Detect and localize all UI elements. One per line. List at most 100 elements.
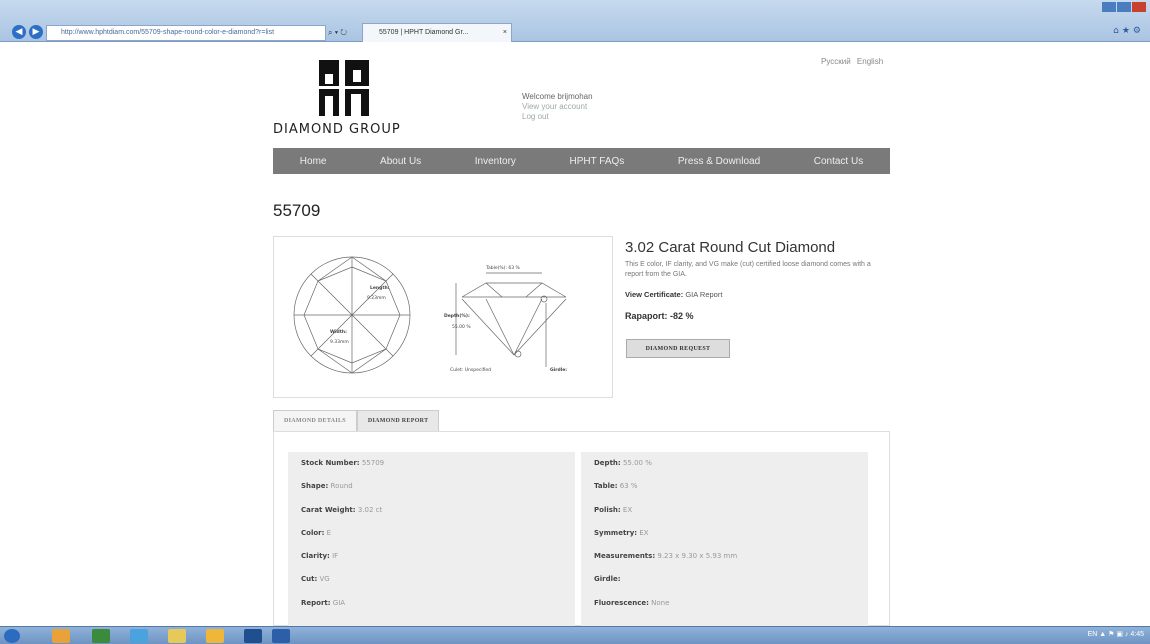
address-text: http://www.hphtdiam.com/55709-shape-roun… bbox=[61, 29, 275, 36]
web-page: DIAMOND GROUP Welcome brijmohan View you… bbox=[0, 42, 1150, 628]
browser-tab[interactable]: 55709 | HPHT Diamond Gr... × bbox=[362, 23, 512, 42]
browser-chrome: ◀ ▶ http://www.hphtdiam.com/55709-shape-… bbox=[0, 0, 1150, 42]
maximize-icon[interactable] bbox=[1117, 2, 1131, 12]
detail-value: VG bbox=[319, 575, 330, 584]
tab-title: 55709 | HPHT Diamond Gr... bbox=[379, 29, 469, 36]
detail-row: Polish: EX bbox=[581, 499, 868, 522]
app-taskbar-icon[interactable] bbox=[206, 629, 224, 643]
folder-taskbar-icon[interactable] bbox=[168, 629, 186, 643]
logout-link[interactable]: Log out bbox=[522, 112, 593, 122]
address-controls[interactable]: ⌕ ▾ ↻ bbox=[328, 25, 347, 41]
detail-value: 55709 bbox=[361, 459, 385, 467]
ie-taskbar-icon[interactable] bbox=[130, 629, 148, 643]
detail-key: Fluorescence: bbox=[594, 598, 649, 607]
detail-row: Shape: Round bbox=[288, 475, 575, 498]
certificate-line: View Certificate: GIA Report bbox=[625, 290, 722, 299]
diamond-request-button[interactable]: DIAMOND REQUEST bbox=[626, 339, 730, 358]
tab-close-icon[interactable]: × bbox=[503, 24, 507, 42]
depth-label: Depth(%): bbox=[444, 313, 470, 319]
detail-value: 63 % bbox=[619, 482, 638, 491]
detail-row: Fluorescence: None bbox=[581, 592, 868, 615]
details-column-right: Depth: 55.00 % Table: 63 % Polish: EX Sy… bbox=[581, 452, 868, 628]
taskbar: EN ▲ ⚑ ▣ ♪ 4:45 bbox=[0, 626, 1150, 644]
detail-row: Measurements: 9.23 x 9.30 x 5.93 mm bbox=[581, 545, 868, 568]
nav-hpht-faqs[interactable]: HPHT FAQs bbox=[569, 156, 624, 167]
detail-row: Stock Number: 55709 bbox=[288, 452, 575, 475]
detail-key: Depth: bbox=[594, 459, 621, 467]
detail-row: Cut: VG bbox=[288, 568, 575, 591]
table-label: Table(%): 63 % bbox=[485, 265, 521, 271]
detail-row: Color: E bbox=[288, 522, 575, 545]
length-label: Length: bbox=[370, 285, 390, 291]
lang-english-link[interactable]: English bbox=[857, 57, 883, 66]
detail-row: Table: 63 % bbox=[581, 475, 868, 498]
product-title: 3.02 Carat Round Cut Diamond bbox=[625, 239, 836, 256]
lang-russian-link[interactable]: Русский bbox=[821, 57, 851, 66]
main-nav: Home About Us Inventory HPHT FAQs Press … bbox=[273, 148, 890, 174]
tab-diamond-report[interactable]: DIAMOND REPORT bbox=[356, 410, 440, 432]
minimize-icon[interactable] bbox=[1102, 2, 1116, 12]
view-account-link[interactable]: View your account bbox=[522, 102, 593, 112]
page-title: 55709 bbox=[273, 201, 321, 220]
rapaport-value: Rapaport: -82 % bbox=[625, 311, 694, 321]
detail-key: Polish: bbox=[594, 505, 621, 514]
system-tray[interactable]: EN ▲ ⚑ ▣ ♪ 4:45 bbox=[1088, 630, 1144, 638]
detail-key: Clarity: bbox=[301, 552, 330, 561]
detail-key: Carat Weight: bbox=[301, 505, 356, 514]
detail-row: Girdle: bbox=[581, 568, 868, 591]
tab-diamond-details[interactable]: DIAMOND DETAILS bbox=[273, 410, 357, 432]
nav-about-us[interactable]: About Us bbox=[380, 156, 421, 167]
details-panel: Stock Number: 55709 Shape: Round Carat W… bbox=[273, 431, 890, 628]
address-bar[interactable]: http://www.hphtdiam.com/55709-shape-roun… bbox=[46, 25, 326, 41]
width-value: 9.33mm bbox=[330, 339, 349, 345]
nav-contact-us[interactable]: Contact Us bbox=[814, 156, 863, 167]
hpht-logo-mark-icon bbox=[315, 60, 373, 116]
detail-value: EX bbox=[622, 505, 633, 514]
detail-row: Symmetry: EX bbox=[581, 522, 868, 545]
detail-row: Report: GIA bbox=[288, 592, 575, 615]
detail-key: Report: bbox=[301, 598, 331, 607]
detail-key: Shape: bbox=[301, 482, 329, 491]
excel-taskbar-icon[interactable] bbox=[92, 629, 110, 643]
forward-button[interactable]: ▶ bbox=[29, 25, 43, 39]
detail-value: None bbox=[651, 598, 670, 607]
product-description: This E color, IF clarity, and VG make (c… bbox=[625, 261, 871, 278]
toolbar-icons[interactable]: ⌂★⚙ bbox=[1113, 26, 1144, 36]
word-taskbar-icon[interactable] bbox=[272, 629, 290, 643]
detail-value: 9.23 x 9.30 x 5.93 mm bbox=[657, 552, 738, 561]
nav-home[interactable]: Home bbox=[300, 156, 327, 167]
close-window-icon[interactable] bbox=[1132, 2, 1146, 12]
length-value: 9.23mm bbox=[367, 295, 386, 301]
back-button[interactable]: ◀ bbox=[12, 25, 26, 39]
nav-inventory[interactable]: Inventory bbox=[475, 156, 516, 167]
nav-press-download[interactable]: Press & Download bbox=[678, 156, 760, 167]
detail-key: Symmetry: bbox=[594, 528, 638, 537]
detail-row: Carat Weight: 3.02 ct bbox=[288, 499, 575, 522]
detail-row: Clarity: IF bbox=[288, 545, 575, 568]
details-tabs: DIAMOND DETAILS DIAMOND REPORT bbox=[273, 410, 440, 432]
detail-key: Measurements: bbox=[594, 552, 656, 561]
start-button-icon[interactable] bbox=[4, 629, 20, 643]
detail-value: Round bbox=[330, 482, 353, 491]
detail-key: Table: bbox=[594, 482, 618, 491]
language-switcher: Русский English bbox=[817, 57, 883, 66]
depth-value: 55.00 % bbox=[452, 324, 471, 330]
detail-value: 55.00 % bbox=[622, 459, 652, 467]
girdle-label: Girdle: bbox=[550, 367, 567, 373]
logo-text: DIAMOND GROUP bbox=[273, 122, 401, 137]
detail-value: E bbox=[326, 528, 332, 537]
explorer-taskbar-icon[interactable] bbox=[52, 629, 70, 643]
forward-arrow-icon: ▶ bbox=[32, 27, 40, 37]
detail-row: Depth: 55.00 % bbox=[581, 452, 868, 475]
window-controls bbox=[1102, 2, 1146, 12]
welcome-text: Welcome brijmohan bbox=[522, 92, 593, 101]
detail-value: GIA bbox=[332, 598, 346, 607]
detail-key: Cut: bbox=[301, 575, 318, 584]
welcome-block: Welcome brijmohan View your account Log … bbox=[522, 92, 593, 122]
certificate-label: View Certificate: bbox=[625, 290, 684, 299]
diamond-diagram-icon: Length: 9.23mm Width: 9.33mm Table(%): 6… bbox=[293, 256, 567, 374]
width-label: Width: bbox=[330, 329, 347, 335]
media-taskbar-icon[interactable] bbox=[244, 629, 262, 643]
certificate-link[interactable]: GIA Report bbox=[685, 290, 722, 299]
site-logo[interactable]: DIAMOND GROUP bbox=[273, 58, 423, 142]
